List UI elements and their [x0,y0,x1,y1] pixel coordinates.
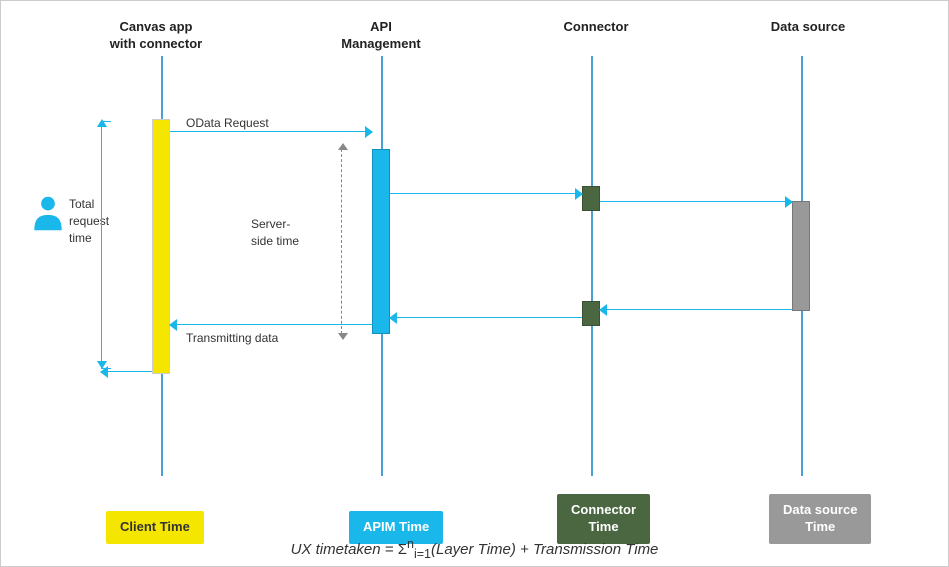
arrow-datasource-connector-return [600,309,792,310]
apim-activation-box [372,149,390,334]
odata-request-label: OData Request [186,116,269,130]
connector-activation-top [582,186,600,211]
formula: UX timetaken = Σni=1(Layer Time) + Trans… [1,537,948,561]
arrow-connector-datasource-head [785,196,793,208]
datasource-label: Data source [771,19,845,34]
transmitting-data-label: Transmitting data [186,331,278,345]
arrow-odata-head [365,126,373,138]
col-header-connector: Connector [556,19,636,36]
connector-activation-bottom [582,301,600,326]
arrow-odata [170,131,372,132]
arrow-connector-datasource [600,201,792,202]
bracket-vertical [101,121,102,369]
datasource-activation-box [792,201,810,311]
actor [29,196,67,234]
arrow-apim-connector [390,193,582,194]
person-icon [29,196,67,234]
canvas-activation-box [152,119,170,374]
arrow-apim-connector-head [575,188,583,200]
bracket-arrow-up [97,119,107,127]
arrow-canvas-user-head [100,366,108,378]
col-header-apim: API Management [331,19,431,53]
arrow-datasource-connector-return-head [599,304,607,316]
lifeline-connector [591,56,593,476]
connector-label: Connector [564,19,629,34]
server-side-dashed-line [341,149,342,334]
total-request-time-label: Total request time [69,196,109,246]
arrow-canvas-user [101,371,152,372]
server-side-arrow-down [338,333,348,340]
col-header-datasource: Data source [763,19,853,36]
canvas-label: Canvas app with connector [110,19,202,51]
apim-label: API Management [341,19,420,51]
col-header-canvas: Canvas app with connector [96,19,216,53]
arrow-apim-canvas-return-head [169,319,177,331]
diagram-container: Canvas app with connector API Management… [0,0,949,567]
server-side-arrow-up [338,143,348,150]
arrow-connector-apim-return-head [389,312,397,324]
server-side-time-label: Server- side time [251,216,299,250]
arrow-connector-apim-return [390,317,582,318]
